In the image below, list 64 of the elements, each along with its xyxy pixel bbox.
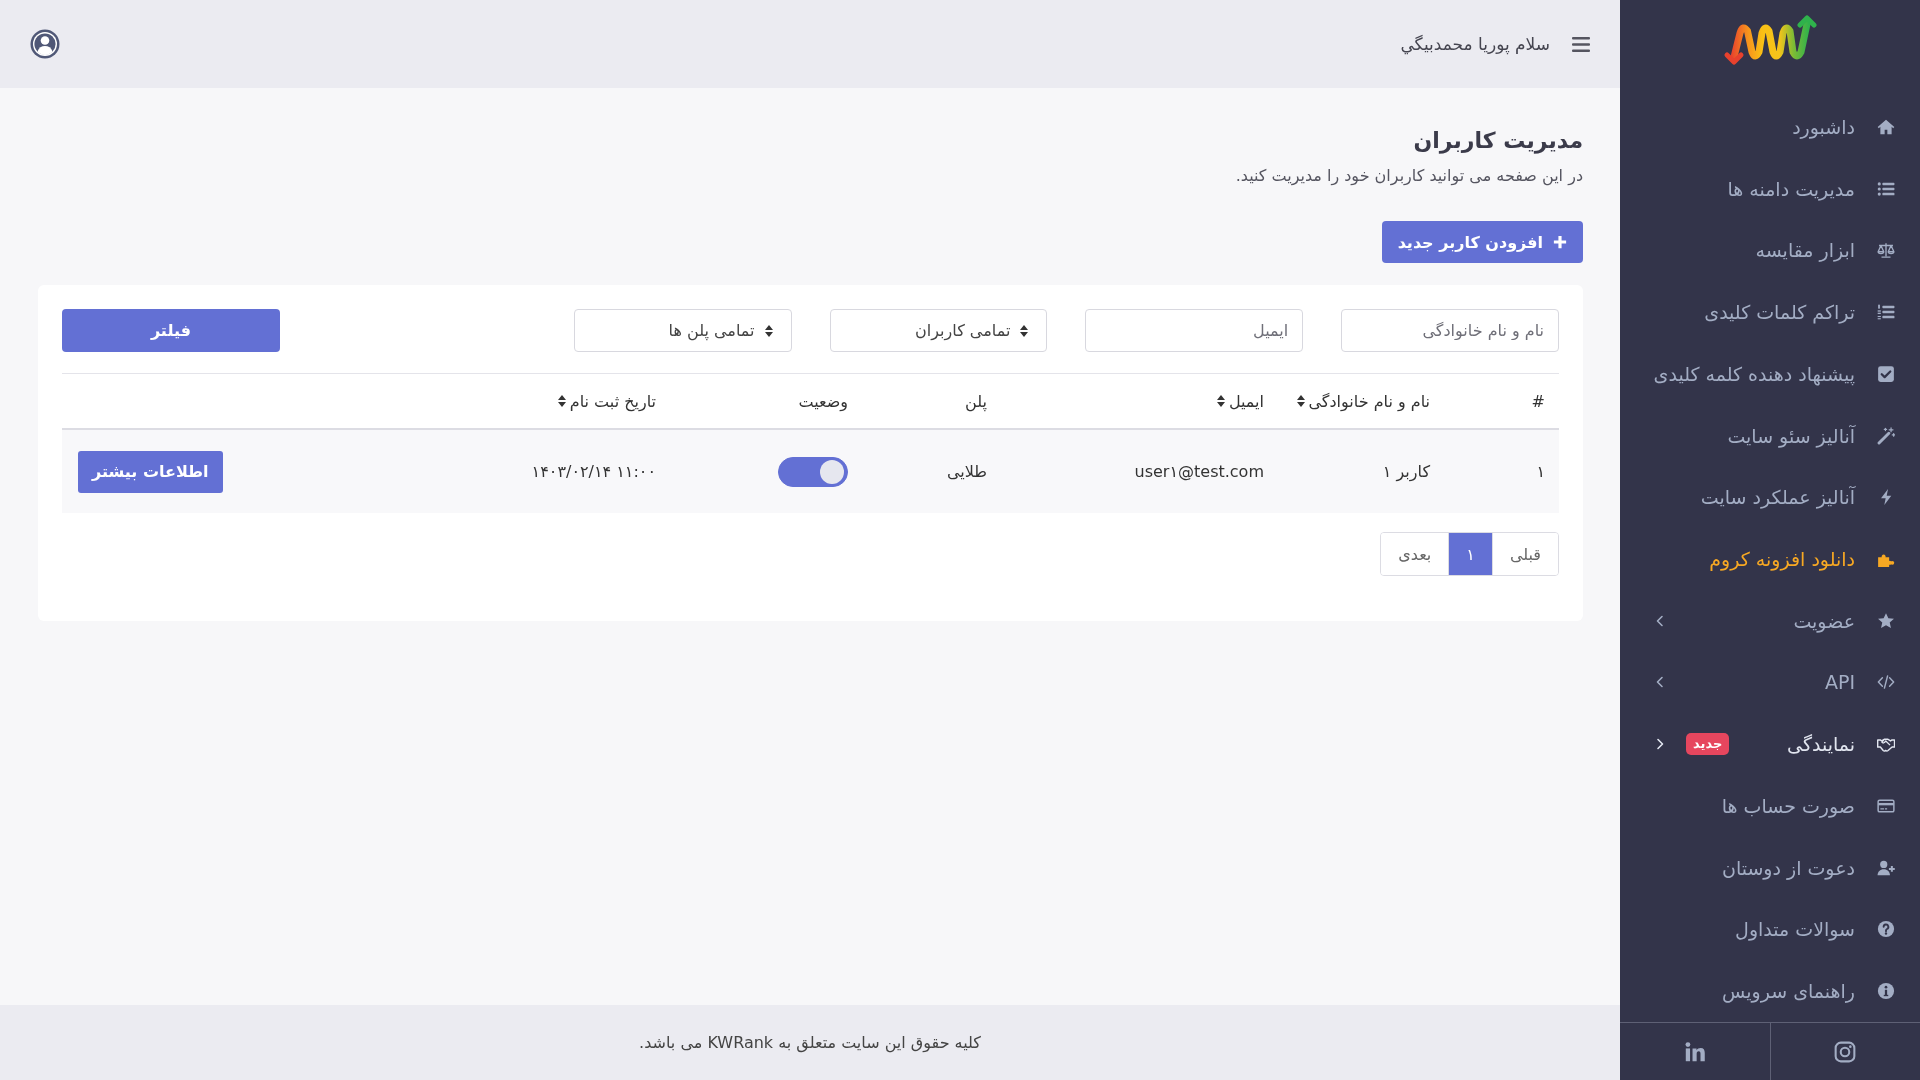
sidebar-item[interactable]: صورت حساب ها bbox=[1620, 775, 1920, 837]
select-arrows-icon bbox=[764, 324, 773, 337]
linkedin-icon[interactable] bbox=[1683, 1040, 1706, 1063]
add-user-icon bbox=[1877, 858, 1895, 877]
sort-icon bbox=[1296, 395, 1305, 407]
greeting-text: سلام پوریا محمدبیگي bbox=[1400, 34, 1550, 54]
sort-icon bbox=[1216, 395, 1225, 407]
sidebar-item[interactable]: آنالیز سئو سایت bbox=[1620, 404, 1920, 467]
table-cell: کاربر ۱ bbox=[1382, 462, 1430, 481]
details-button[interactable]: اطلاعات بیشتر bbox=[78, 450, 223, 493]
page-title: مدیریت کاربران bbox=[1413, 127, 1583, 156]
handshake-icon bbox=[1877, 735, 1895, 754]
dropdown[interactable]: تمامی پلن ها bbox=[573, 309, 792, 352]
page-button[interactable]: بعدی bbox=[1381, 533, 1450, 575]
sidebar-item[interactable]: ابزار مقایسه bbox=[1620, 219, 1920, 282]
sidebar-item[interactable]: راهنمای سرویس bbox=[1620, 960, 1920, 1022]
filter-button[interactable]: فیلتر bbox=[62, 309, 280, 352]
home-icon bbox=[1877, 117, 1895, 136]
sidebar-item[interactable]: عضویت bbox=[1620, 589, 1920, 652]
sidebar-item[interactable]: دانلود افزونه کروم bbox=[1620, 528, 1920, 590]
dropdown[interactable]: تمامی کاربران bbox=[829, 309, 1048, 352]
table-cell: ۱ bbox=[1536, 462, 1545, 481]
column-header[interactable]: تاریخ ثبت نام bbox=[557, 391, 656, 411]
sidebar-item[interactable]: آنالیز عملکرد سایت bbox=[1620, 466, 1920, 529]
sidebar-item[interactable]: دعوت از دوستان bbox=[1620, 836, 1920, 899]
add-user-button[interactable]: افزودن کاربر جدید bbox=[1381, 221, 1583, 263]
table-cell: ۱۴۰۳/۰۲/۱۴ ۱۱:۰۰ bbox=[531, 462, 656, 481]
column-header: # bbox=[1531, 391, 1545, 411]
sidebar-item[interactable]: نمایندگی جدید bbox=[1620, 713, 1920, 776]
sidebar-item[interactable]: سوالات متداول bbox=[1620, 898, 1920, 961]
text-field[interactable]: نام و نام خانوادگی bbox=[1341, 309, 1559, 352]
table-cell: طلایی bbox=[946, 462, 987, 481]
column-header[interactable]: نام و نام خانوادگی bbox=[1296, 391, 1430, 411]
sidebar-item[interactable]: API bbox=[1620, 651, 1920, 714]
help-icon bbox=[1877, 920, 1895, 939]
user-icon[interactable] bbox=[30, 29, 60, 59]
text-field[interactable]: ایمیل bbox=[1085, 309, 1304, 352]
numbered-list-icon bbox=[1877, 303, 1895, 322]
code-icon bbox=[1877, 673, 1895, 692]
sidebar-item[interactable]: مدیریت دامنه ها bbox=[1620, 157, 1920, 220]
page-description: در این صفحه می توانید کاربران خود را مدیریت کنید. bbox=[1235, 165, 1583, 188]
sidebar-item[interactable]: پیشنهاد دهنده کلمه کلیدی bbox=[1620, 342, 1920, 405]
wand-icon bbox=[1877, 426, 1895, 445]
toggle-switch[interactable] bbox=[778, 456, 848, 487]
table-cell: user۱@test.com bbox=[1134, 462, 1264, 481]
column-header: پلن bbox=[965, 391, 987, 411]
list-icon bbox=[1877, 179, 1895, 198]
page-button[interactable]: ۱ bbox=[1449, 533, 1493, 575]
column-header: وضعیت bbox=[798, 391, 848, 411]
copyright-text: کلیه حقوق این سایت متعلق به KWRank می باشد. bbox=[639, 1033, 981, 1052]
sidebar-item[interactable]: تراکم کلمات کلیدی bbox=[1620, 281, 1920, 343]
sort-icon bbox=[557, 395, 566, 407]
scale-icon bbox=[1877, 241, 1895, 260]
menu-icon[interactable] bbox=[1572, 36, 1590, 52]
new-badge: جدید bbox=[1686, 733, 1730, 756]
sidebar-item[interactable]: داشبورد bbox=[1620, 96, 1920, 158]
info-icon bbox=[1877, 982, 1895, 1001]
credit-card-icon bbox=[1877, 796, 1895, 815]
instagram-icon[interactable] bbox=[1834, 1040, 1857, 1063]
column-header[interactable]: ایمیل bbox=[1216, 391, 1264, 411]
check-square-icon bbox=[1877, 364, 1895, 383]
plus-icon bbox=[1553, 235, 1567, 249]
select-arrows-icon bbox=[1020, 324, 1029, 337]
star-icon bbox=[1877, 611, 1895, 630]
